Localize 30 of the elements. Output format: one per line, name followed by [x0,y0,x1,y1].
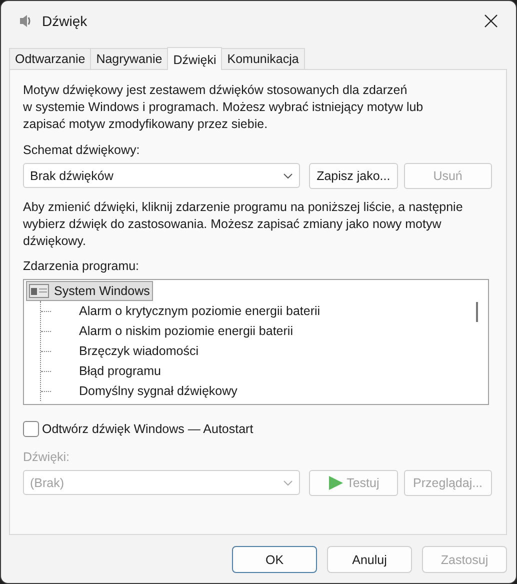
checkbox[interactable] [23,421,39,437]
window-icon [29,284,49,298]
tab[interactable]: Nagrywanie [90,48,168,69]
events-label: Zdarzenia programu: [23,259,140,273]
speaker-icon [17,13,33,29]
tab[interactable]: Komunikacja [221,48,305,69]
chevron-icon [283,172,294,178]
autostart-label: Odtwórz dźwięk Windows — Autostart [42,422,254,436]
chevron-icon [283,480,294,486]
play-icon [328,475,344,491]
description-text: Motyw dźwiękowy jest zestawem dźwięków stosowanych dla zdarzeń w systemie Windows i programach. Możesz wybrać istniejący motyw lub zapisać motyw zmodyfikowany przez siebie. [23,82,424,133]
dialog-button[interactable]: OK [232,546,317,573]
dialog-button[interactable]: Anuluj [327,546,412,573]
tree-item[interactable]: Domyślny sygnał dźwiękowy [41,381,486,401]
tree-group[interactable]: System Windows [26,281,153,301]
tree-item[interactable]: Brzęczyk wiadomości [41,341,486,361]
scrollbar-thumb[interactable] [476,302,478,322]
events-list[interactable]: System Windows Alarm o krytycznym poziomie energii baterii Alarm o niskim poziomie energii baterii Brzęczyk wiadomości Błąd programu Domyślny sygnał dźwiękowy [23,279,489,405]
scheme-label: Schemat dźwiękowy: [23,143,141,157]
window-title: Dźwięk [42,13,88,29]
tab[interactable]: Dźwięki [167,47,222,70]
scheme-dropdown[interactable]: Brak dźwięków [23,163,300,188]
instructions-text: Aby zmienić dźwięki, kliknij zdarzenie programu na poniższej liście, a następnie wybierz dźwięk do zastosowania. Możesz zapisać zmiany jako nowy motyw dźwiękowy. [23,199,464,250]
sound-label: Dźwięki: [23,450,71,464]
tree-item[interactable]: Alarm o krytycznym poziomie energii baterii [41,301,486,321]
tab[interactable]: Odtwarzanie [9,48,92,69]
close-icon[interactable] [484,14,498,28]
tree-item[interactable]: Alarm o niskim poziomie energii baterii [41,321,486,341]
scheme-button[interactable]: Zapisz jako... [309,163,398,189]
tree-item[interactable]: Błąd programu [41,361,486,381]
